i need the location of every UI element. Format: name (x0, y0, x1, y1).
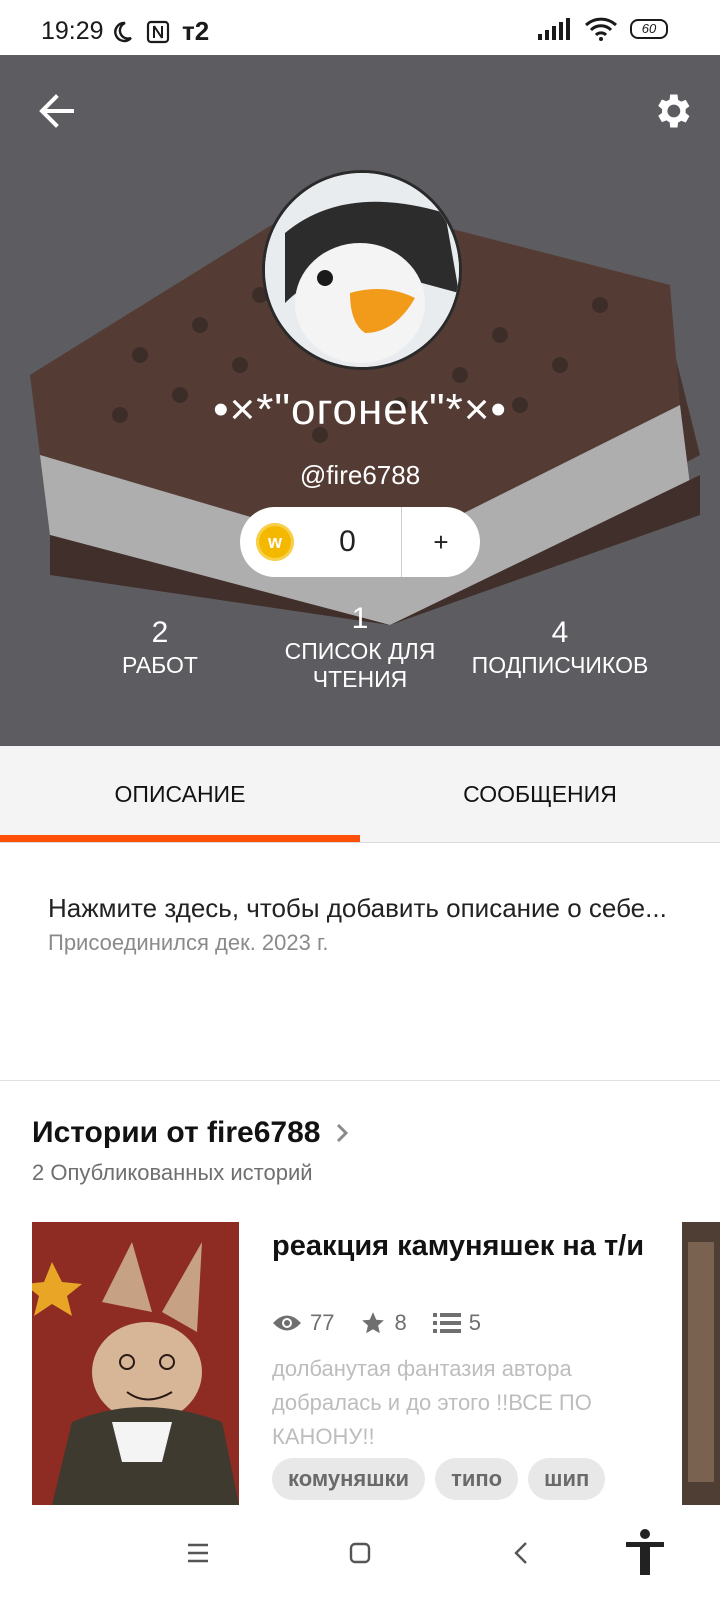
gear-icon (658, 94, 690, 128)
star-icon (362, 1312, 385, 1334)
story-tags: комуняшки типо шип (272, 1458, 606, 1500)
story-title[interactable]: реакция камуняшек на т/и (272, 1226, 652, 1266)
stat-followers[interactable]: 4 ПОДПИСЧИКОВ (440, 615, 680, 679)
tag-item[interactable]: комуняшки (272, 1458, 426, 1500)
system-nav-bar (0, 1505, 720, 1600)
tab-description[interactable]: ОПИСАНИЕ (0, 746, 360, 842)
next-story-cover-image (682, 1222, 720, 1505)
tag-item[interactable]: типо (435, 1458, 519, 1500)
accessibility-icon (626, 1529, 664, 1575)
avatar[interactable] (262, 170, 462, 370)
published-count: 2 Опубликованных историй (32, 1160, 313, 1185)
coin-icon: w (256, 523, 294, 561)
menu-icon (188, 1543, 208, 1563)
back-chevron-icon (514, 1542, 527, 1564)
stories-heading[interactable]: Истории от fire6788 (32, 1116, 350, 1150)
next-story-cover[interactable] (682, 1222, 720, 1505)
arrow-left-icon (39, 94, 74, 128)
add-description-prompt[interactable]: Нажмите здесь, чтобы добавить описание о… (48, 888, 678, 928)
stat-label: ПОДПИСЧИКОВ (471, 652, 649, 678)
joined-date: Присоединился дек. 2023 г. (48, 930, 329, 955)
about-section: Нажмите здесь, чтобы добавить описание о… (48, 888, 678, 956)
story-cover[interactable] (32, 1222, 239, 1505)
tag-item[interactable]: шип (528, 1458, 606, 1500)
stories-title: Истории от fire6788 (32, 1116, 321, 1149)
story-stats: 77 8 5 (272, 1310, 497, 1336)
story-cover-image (32, 1222, 239, 1505)
coin-balance: w 0 + (240, 507, 480, 577)
status-time: 19:29 (41, 17, 104, 45)
battery-level: 60 (641, 21, 657, 36)
reads-count: 77 (310, 1310, 335, 1335)
home-button[interactable] (340, 1533, 380, 1573)
back-nav-button[interactable] (502, 1533, 542, 1573)
story-description: долбанутая фантазия автора добралась и д… (272, 1356, 592, 1449)
penguin-avatar-image (265, 173, 459, 367)
wifi-icon (584, 17, 618, 41)
profile-tabs: ОПИСАНИЕ СООБЩЕНИЯ (0, 746, 720, 843)
carrier-label: т2 (182, 16, 210, 46)
list-icon (432, 1313, 461, 1333)
coin-count: 0 (339, 525, 356, 558)
eye-icon (273, 1315, 301, 1331)
recent-apps-button[interactable] (178, 1533, 218, 1573)
votes-count: 8 (394, 1310, 407, 1335)
chevron-right-icon (337, 1123, 349, 1143)
battery-icon: 60 (630, 19, 668, 39)
nfc-icon (146, 20, 170, 43)
moon-icon (114, 21, 132, 42)
username-handle: @fire6788 (299, 460, 421, 490)
add-coins-button[interactable]: + (402, 527, 480, 558)
back-button[interactable] (36, 89, 80, 133)
accessibility-button[interactable] (622, 1527, 668, 1577)
signal-icon (538, 18, 570, 40)
stat-value: 4 (551, 616, 569, 649)
display-name: •×*"огонек"*×• (213, 385, 507, 434)
profile-header: •×*"огонек"*×• @fire6788 w 0 + 2 РАБОТ 1… (0, 55, 720, 746)
section-divider (0, 1080, 720, 1081)
status-bar: 19:29 т2 60 (0, 0, 720, 55)
parts-count: 5 (468, 1310, 481, 1335)
settings-button[interactable] (650, 89, 694, 133)
tab-messages[interactable]: СООБЩЕНИЯ (360, 746, 720, 842)
home-square-icon (349, 1542, 371, 1564)
